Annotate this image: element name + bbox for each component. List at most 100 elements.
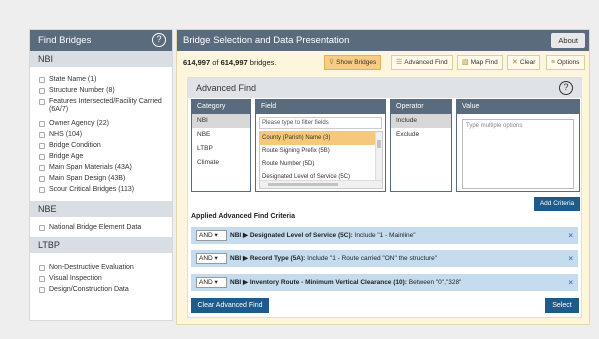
criteria-text: NBI ▶ Designated Level of Service (5C): … bbox=[230, 232, 416, 239]
conjunction-select[interactable]: AND ▾ bbox=[196, 253, 227, 264]
scroll-thumb[interactable] bbox=[268, 183, 338, 186]
arrow-right-icon: ▶ bbox=[243, 255, 249, 262]
field-list-horizontal-scrollbar[interactable] bbox=[260, 180, 382, 188]
section-ltbp[interactable]: LTBP bbox=[30, 237, 172, 253]
map-search-icon: ▧ bbox=[462, 59, 469, 66]
checkbox-icon[interactable] bbox=[39, 143, 45, 149]
field-item[interactable]: Route Signing Prefix (5B) bbox=[260, 145, 382, 158]
clear-advanced-find-button[interactable]: Clear Advanced Find bbox=[191, 298, 269, 313]
checkbox-scour-critical[interactable]: Scour Critical Bridges (113) bbox=[39, 186, 167, 194]
category-item-nbi[interactable]: NBI bbox=[192, 114, 250, 128]
checkbox-icon[interactable] bbox=[39, 77, 45, 83]
checkbox-visual-inspection[interactable]: Visual Inspection bbox=[39, 275, 167, 283]
checkbox-icon[interactable] bbox=[39, 121, 45, 127]
advanced-find-box: Advanced Find ? Category NBI NBE LTBP Cl… bbox=[187, 77, 582, 318]
checkbox-icon[interactable] bbox=[39, 225, 45, 231]
advanced-find-header: Advanced Find ? bbox=[188, 78, 581, 98]
search-list-icon: ☰ bbox=[396, 59, 403, 66]
remove-criteria-icon[interactable]: × bbox=[568, 274, 573, 291]
question-circle-icon[interactable]: ? bbox=[152, 33, 166, 47]
checkbox-icon[interactable] bbox=[39, 99, 45, 105]
conjunction-select[interactable]: AND ▾ bbox=[196, 230, 227, 241]
map-find-button[interactable]: ▧ Map Find bbox=[457, 55, 503, 70]
count-of: of bbox=[212, 58, 219, 67]
checkbox-icon[interactable] bbox=[39, 276, 45, 282]
applied-criteria-title: Applied Advanced Find Criteria bbox=[191, 213, 295, 220]
count-suffix: bridges. bbox=[249, 58, 277, 67]
show-bridges-button[interactable]: ⊽ Show Bridges bbox=[324, 55, 382, 70]
checkbox-main-span-materials[interactable]: Main Span Materials (43A) bbox=[39, 164, 167, 172]
find-bridges-header: Find Bridges ? bbox=[30, 30, 172, 51]
operator-header: Operator bbox=[391, 100, 451, 114]
options-button[interactable]: ≡ Options bbox=[546, 55, 585, 70]
value-input[interactable]: Type multiple options bbox=[462, 119, 574, 189]
remove-criteria-icon[interactable]: × bbox=[568, 250, 573, 267]
checkbox-bridge-age[interactable]: Bridge Age bbox=[39, 153, 167, 161]
category-column: Category NBI NBE LTBP Climate bbox=[191, 99, 251, 192]
checkbox-main-span-design[interactable]: Main Span Design (43B) bbox=[39, 175, 167, 183]
checkbox-structure-number[interactable]: Structure Number (8) bbox=[39, 87, 167, 95]
arrow-right-icon: ▶ bbox=[243, 279, 249, 286]
criteria-row: AND ▾ NBI ▶ Designated Level of Service … bbox=[191, 227, 578, 244]
find-bridges-panel: Find Bridges ? NBI State Name (1) Struct… bbox=[29, 29, 173, 321]
checkbox-icon[interactable] bbox=[39, 287, 45, 293]
criteria-text: NBI ▶ Inventory Route - Minimum Vertical… bbox=[230, 279, 462, 286]
field-list-vertical-scrollbar[interactable] bbox=[375, 132, 382, 180]
filter-icon: ⊽ bbox=[329, 59, 335, 66]
checkbox-icon[interactable] bbox=[39, 187, 45, 193]
category-item-nbe[interactable]: NBE bbox=[192, 128, 250, 142]
bridge-selection-header: Bridge Selection and Data Presentation A… bbox=[177, 30, 589, 51]
checkbox-icon[interactable] bbox=[39, 88, 45, 94]
criteria-row: AND ▾ NBI ▶ Record Type (5A): Include "1… bbox=[191, 250, 578, 267]
select-button[interactable]: Select bbox=[545, 298, 579, 313]
checkbox-icon[interactable] bbox=[39, 265, 45, 271]
category-item-climate[interactable]: Climate bbox=[192, 156, 250, 170]
advanced-find-title: Advanced Find bbox=[196, 83, 257, 93]
checkbox-icon[interactable] bbox=[39, 154, 45, 160]
add-criteria-button[interactable]: Add Criteria bbox=[534, 197, 580, 211]
checkbox-non-destructive-evaluation[interactable]: Non-Destructive Evaluation bbox=[39, 264, 167, 272]
criteria-text: NBI ▶ Record Type (5A): Include "1 - Rou… bbox=[230, 255, 438, 262]
find-bridges-title: Find Bridges bbox=[38, 35, 92, 46]
bridge-count: 614,997 of 614,997 bridges. bbox=[183, 58, 276, 67]
section-nbi[interactable]: NBI bbox=[30, 51, 172, 67]
count-total: 614,997 bbox=[220, 58, 248, 67]
remove-criteria-icon[interactable]: × bbox=[568, 227, 573, 244]
advanced-find-button[interactable]: ☰ Advanced Find bbox=[391, 55, 453, 70]
menu-icon: ≡ bbox=[551, 59, 556, 66]
conjunction-select[interactable]: AND ▾ bbox=[196, 277, 227, 288]
operator-item-include[interactable]: Include bbox=[391, 114, 451, 128]
clear-button[interactable]: ✕ Clear bbox=[507, 55, 541, 70]
criteria-row: AND ▾ NBI ▶ Inventory Route - Minimum Ve… bbox=[191, 274, 578, 291]
checkbox-icon[interactable] bbox=[39, 165, 45, 171]
checkbox-national-bridge-element[interactable]: National Bridge Element Data bbox=[39, 224, 167, 232]
field-item[interactable]: County (Parish) Name (3) bbox=[260, 132, 382, 145]
category-header: Category bbox=[192, 100, 250, 114]
section-nbe[interactable]: NBE bbox=[30, 201, 172, 217]
field-list[interactable]: County (Parish) Name (3) Route Signing P… bbox=[259, 131, 383, 189]
field-column: Field Please type to filter fields Count… bbox=[255, 99, 386, 192]
checkbox-icon[interactable] bbox=[39, 176, 45, 182]
checkbox-icon[interactable] bbox=[39, 132, 45, 138]
close-icon: ✕ bbox=[512, 59, 518, 66]
operator-item-exclude[interactable]: Exclude bbox=[391, 128, 451, 142]
question-circle-icon[interactable]: ? bbox=[559, 81, 573, 95]
bridge-selection-title: Bridge Selection and Data Presentation bbox=[183, 35, 350, 46]
operator-column: Operator Include Exclude bbox=[390, 99, 452, 192]
category-item-ltbp[interactable]: LTBP bbox=[192, 142, 250, 156]
about-button[interactable]: About bbox=[551, 33, 585, 48]
checkbox-owner-agency[interactable]: Owner Agency (22) bbox=[39, 120, 167, 128]
value-column: Value Type multiple options bbox=[456, 99, 580, 192]
arrow-right-icon: ▶ bbox=[243, 232, 249, 239]
checkbox-design-construction[interactable]: Design/Construction Data bbox=[39, 286, 167, 294]
field-item[interactable]: Route Number (5D) bbox=[260, 158, 382, 171]
checkbox-nhs[interactable]: NHS (104) bbox=[39, 131, 167, 139]
value-header: Value bbox=[457, 100, 579, 114]
scroll-thumb[interactable] bbox=[377, 140, 381, 148]
field-filter-input[interactable]: Please type to filter fields bbox=[259, 117, 382, 129]
checkbox-features-intersected[interactable]: Features Intersected/Facility Carried (6… bbox=[39, 98, 167, 114]
checkbox-bridge-condition[interactable]: Bridge Condition bbox=[39, 142, 167, 150]
count-selected: 614,997 bbox=[183, 58, 211, 67]
field-header: Field bbox=[256, 100, 385, 114]
checkbox-state-name[interactable]: State Name (1) bbox=[39, 76, 167, 84]
